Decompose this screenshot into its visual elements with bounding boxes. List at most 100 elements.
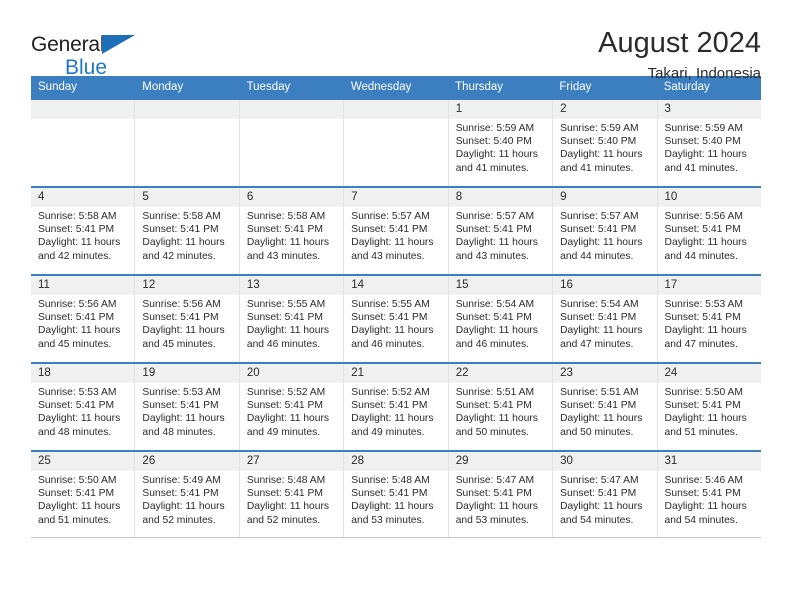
sunset-text: Sunset: 5:41 PM (38, 224, 115, 236)
calendar-day-cell[interactable]: 11 Sunrise: 5:56 AM Sunset: 5:41 PM Dayligh… (31, 276, 136, 362)
calendar-day-cell[interactable]: 16 Sunrise: 5:54 AM Sunset: 5:41 PM Dayligh… (553, 276, 658, 362)
day-details: Sunrise: 5:56 AM Sunset: 5:41 PM Daylight:… (658, 207, 761, 263)
daylight-text-line2: and 52 minutes. (246, 514, 321, 526)
sunset-text: Sunset: 5:41 PM (38, 312, 115, 324)
sunrise-text: Sunrise: 5:54 AM (455, 299, 535, 310)
calendar-day-cell[interactable]: 15 Sunrise: 5:54 AM Sunset: 5:41 PM Dayligh… (448, 276, 554, 362)
calendar-day-cell[interactable]: 9 Sunrise: 5:57 AM Sunset: 5:41 PM Daylight… (553, 188, 658, 274)
day-details (240, 119, 343, 122)
day-number: 7 (344, 188, 448, 207)
day-number (135, 100, 239, 119)
day-number (344, 100, 448, 119)
day-details: Sunrise: 5:56 AM Sunset: 5:41 PM Daylight:… (31, 295, 134, 351)
calendar-day-cell[interactable]: 17 Sunrise: 5:53 AM Sunset: 5:41 PM Dayligh… (657, 276, 761, 362)
calendar-day-cell[interactable]: 1 Sunrise: 5:59 AM Sunset: 5:40 PM Daylight… (448, 100, 554, 186)
general-blue-logo[interactable]: General Blue (31, 26, 161, 78)
calendar-day-cell[interactable]: 5 Sunrise: 5:58 AM Sunset: 5:41 PM Daylight… (135, 188, 240, 274)
calendar-day-cell[interactable]: 20 Sunrise: 5:52 AM Sunset: 5:41 PM Dayligh… (239, 364, 345, 450)
sunset-text: Sunset: 5:41 PM (351, 488, 428, 500)
daylight-text-line1: Daylight: 11 hours (38, 413, 121, 425)
calendar-day-cell[interactable]: 25 Sunrise: 5:50 AM Sunset: 5:41 PM Dayligh… (31, 452, 136, 537)
calendar-day-cell[interactable]: 26 Sunrise: 5:49 AM Sunset: 5:41 PM Dayligh… (135, 452, 240, 537)
sunrise-text: Sunrise: 5:48 AM (246, 475, 326, 486)
sunset-text: Sunset: 5:41 PM (664, 400, 741, 412)
sunrise-text: Sunrise: 5:59 AM (664, 123, 743, 134)
calendar-day-cell[interactable]: 14 Sunrise: 5:55 AM Sunset: 5:41 PM Dayligh… (344, 276, 449, 362)
calendar-day-cell[interactable]: 3 Sunrise: 5:59 AM Sunset: 5:40 PM Daylight… (657, 100, 761, 186)
daylight-text-line1: Daylight: 11 hours (351, 413, 434, 425)
calendar-day-cell[interactable]: 22 Sunrise: 5:51 AM Sunset: 5:41 PM Dayligh… (448, 364, 554, 450)
calendar-day-cell[interactable]: 8 Sunrise: 5:57 AM Sunset: 5:41 PM Daylight… (448, 188, 554, 274)
calendar-day-cell[interactable]: 24 Sunrise: 5:50 AM Sunset: 5:41 PM Dayligh… (657, 364, 761, 450)
sunset-text: Sunset: 5:40 PM (560, 136, 637, 148)
daylight-text-line2: and 41 minutes. (455, 162, 529, 174)
sunset-text: Sunset: 5:41 PM (38, 400, 115, 412)
sunrise-text: Sunrise: 5:49 AM (142, 475, 221, 486)
day-details: Sunrise: 5:51 AM Sunset: 5:41 PM Daylight:… (553, 383, 656, 439)
calendar-day-cell[interactable]: 19 Sunrise: 5:53 AM Sunset: 5:41 PM Dayligh… (135, 364, 240, 450)
calendar-day-cell[interactable]: 13 Sunrise: 5:55 AM Sunset: 5:41 PM Dayligh… (239, 276, 345, 362)
calendar-day-cell[interactable]: 4 Sunrise: 5:58 AM Sunset: 5:41 PM Daylight… (31, 188, 136, 274)
calendar-day-cell[interactable]: 2 Sunrise: 5:59 AM Sunset: 5:40 PM Daylight… (553, 100, 658, 186)
day-number: 8 (448, 188, 553, 207)
daylight-text-line2: and 49 minutes. (246, 426, 321, 438)
day-details: Sunrise: 5:59 AM Sunset: 5:40 PM Daylight:… (449, 119, 552, 175)
calendar-day-cell[interactable]: 18 Sunrise: 5:53 AM Sunset: 5:41 PM Dayligh… (31, 364, 136, 450)
sunset-text: Sunset: 5:40 PM (455, 136, 532, 148)
calendar-day-cell[interactable]: 6 Sunrise: 5:58 AM Sunset: 5:41 PM Daylight… (239, 188, 345, 274)
daylight-text-line1: Daylight: 11 hours (38, 501, 121, 513)
sunrise-text: Sunrise: 5:47 AM (455, 475, 535, 486)
sunrise-text: Sunrise: 5:52 AM (246, 387, 326, 398)
day-details: Sunrise: 5:54 AM Sunset: 5:41 PM Daylight:… (449, 295, 552, 351)
day-details: Sunrise: 5:48 AM Sunset: 5:41 PM Daylight:… (240, 471, 343, 527)
calendar-day-cell[interactable]: 31 Sunrise: 5:46 AM Sunset: 5:41 PM Dayligh… (657, 452, 761, 537)
calendar-day-cell[interactable]: 23 Sunrise: 5:51 AM Sunset: 5:41 PM Dayligh… (553, 364, 658, 450)
sunset-text: Sunset: 5:41 PM (142, 224, 219, 236)
day-number: 16 (553, 276, 657, 295)
sunset-text: Sunset: 5:41 PM (560, 312, 637, 324)
daylight-text-line2: and 46 minutes. (455, 338, 529, 350)
calendar-day-cell[interactable]: 28 Sunrise: 5:48 AM Sunset: 5:41 PM Dayligh… (344, 452, 449, 537)
daylight-text-line1: Daylight: 11 hours (142, 325, 225, 337)
calendar-cell-empty (344, 100, 449, 186)
sunset-text: Sunset: 5:41 PM (246, 400, 323, 412)
sunset-text: Sunset: 5:41 PM (560, 488, 637, 500)
calendar-day-cell[interactable]: 10 Sunrise: 5:56 AM Sunset: 5:41 PM Dayligh… (657, 188, 761, 274)
daylight-text-line2: and 51 minutes. (664, 426, 738, 438)
daylight-text-line2: and 50 minutes. (455, 426, 529, 438)
day-number: 29 (448, 452, 553, 471)
daylight-text-line1: Daylight: 11 hours (560, 413, 643, 425)
sunrise-text: Sunrise: 5:51 AM (455, 387, 535, 398)
day-number: 26 (135, 452, 239, 471)
day-of-week-header-tuesday: Tuesday (246, 81, 291, 93)
calendar-day-cell[interactable]: 30 Sunrise: 5:47 AM Sunset: 5:41 PM Dayligh… (553, 452, 658, 537)
calendar-day-cell[interactable]: 21 Sunrise: 5:52 AM Sunset: 5:41 PM Dayligh… (344, 364, 449, 450)
calendar-day-cell[interactable]: 29 Sunrise: 5:47 AM Sunset: 5:41 PM Dayligh… (448, 452, 554, 537)
sunset-text: Sunset: 5:41 PM (38, 488, 115, 500)
day-details: Sunrise: 5:51 AM Sunset: 5:41 PM Daylight:… (449, 383, 552, 439)
sunrise-text: Sunrise: 5:57 AM (560, 211, 639, 222)
day-details: Sunrise: 5:55 AM Sunset: 5:41 PM Daylight:… (344, 295, 447, 351)
daylight-text-line2: and 54 minutes. (560, 514, 634, 526)
day-number: 10 (657, 188, 761, 207)
sunrise-text: Sunrise: 5:56 AM (38, 299, 117, 310)
day-number: 12 (135, 276, 239, 295)
day-details (344, 119, 447, 122)
sunrise-text: Sunrise: 5:58 AM (142, 211, 221, 222)
day-details: Sunrise: 5:49 AM Sunset: 5:41 PM Daylight:… (135, 471, 238, 527)
sunset-text: Sunset: 5:41 PM (142, 312, 219, 324)
brand-text-blue: Blue (65, 56, 108, 79)
daylight-text-line1: Daylight: 11 hours (560, 325, 643, 337)
daylight-text-line2: and 51 minutes. (38, 514, 112, 526)
sunrise-text: Sunrise: 5:53 AM (38, 387, 117, 398)
sunset-text: Sunset: 5:41 PM (246, 488, 323, 500)
day-number: 4 (31, 188, 135, 207)
calendar-day-cell[interactable]: 27 Sunrise: 5:48 AM Sunset: 5:41 PM Dayligh… (239, 452, 345, 537)
calendar-grid: Sunday Monday Tuesday Wednesday Thursday Frid… (31, 76, 761, 538)
day-details (31, 119, 134, 122)
daylight-text-line1: Daylight: 11 hours (664, 325, 747, 337)
day-number: 14 (344, 276, 448, 295)
calendar-day-cell[interactable]: 12 Sunrise: 5:56 AM Sunset: 5:41 PM Dayligh… (135, 276, 240, 362)
calendar-day-cell[interactable]: 7 Sunrise: 5:57 AM Sunset: 5:41 PM Daylight… (344, 188, 449, 274)
daylight-text-line1: Daylight: 11 hours (455, 237, 538, 249)
